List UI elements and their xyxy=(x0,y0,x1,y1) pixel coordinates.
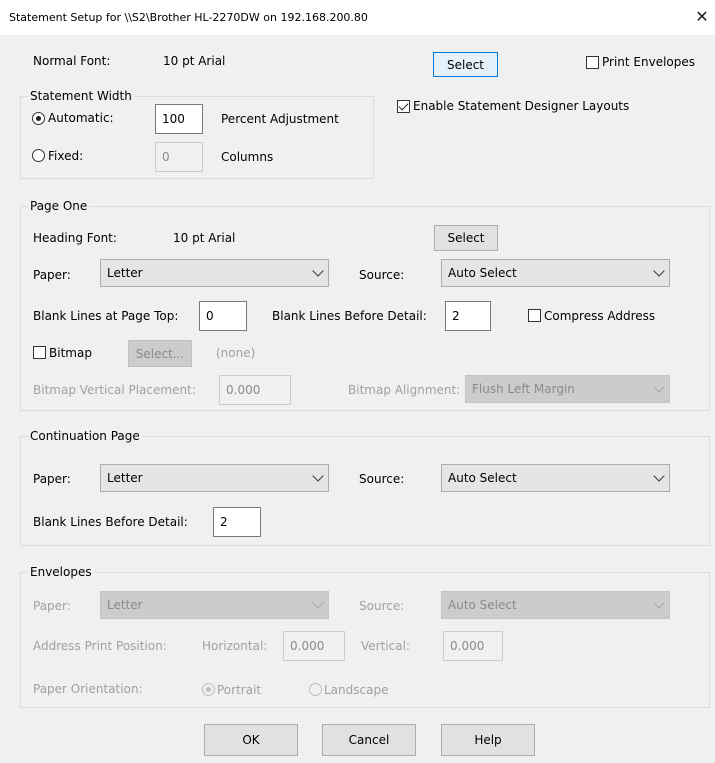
continuation-source-value: Auto Select xyxy=(448,471,517,485)
window-title: Statement Setup for \\S2\Brother HL-2270… xyxy=(9,11,368,24)
continuation-paper-value: Letter xyxy=(107,471,143,485)
percent-adjustment-label: Percent Adjustment xyxy=(221,112,339,126)
automatic-radio[interactable] xyxy=(32,112,45,125)
envelopes-paper-label: Paper: xyxy=(33,599,71,613)
normal-font-select-button[interactable]: Select xyxy=(433,52,498,77)
page-one-source-label: Source: xyxy=(359,268,405,282)
statement-width-title: Statement Width xyxy=(28,89,134,103)
page-one-source-select[interactable]: Auto Select xyxy=(441,259,670,287)
vertical-input[interactable]: 0.000 xyxy=(443,631,503,661)
fixed-radio[interactable] xyxy=(32,149,45,162)
portrait-label: Portrait xyxy=(217,683,262,697)
ok-button[interactable]: OK xyxy=(204,724,298,756)
enable-designer-label: Enable Statement Designer Layouts xyxy=(413,99,630,113)
columns-label: Columns xyxy=(221,150,274,164)
page-one-source-value: Auto Select xyxy=(448,266,517,280)
continuation-source-label: Source: xyxy=(359,472,405,486)
address-print-position-label: Address Print Position: xyxy=(33,639,167,653)
chevron-down-icon xyxy=(653,597,665,609)
envelopes-paper-value: Letter xyxy=(107,598,143,612)
bitmap-alignment-select[interactable]: Flush Left Margin xyxy=(465,375,670,403)
compress-address-label: Compress Address xyxy=(544,309,656,323)
close-icon[interactable]: ✕ xyxy=(692,7,712,27)
paper-orientation-label: Paper Orientation: xyxy=(33,682,143,696)
continuation-paper-label: Paper: xyxy=(33,472,71,486)
normal-font-label: Normal Font: xyxy=(33,54,111,68)
chevron-down-icon xyxy=(312,265,324,277)
envelopes-title: Envelopes xyxy=(28,565,94,579)
bitmap-vertical-label: Bitmap Vertical Placement: xyxy=(33,383,196,397)
horizontal-input[interactable]: 0.000 xyxy=(283,631,345,661)
landscape-radio[interactable] xyxy=(309,683,322,696)
page-one-title: Page One xyxy=(28,199,90,213)
landscape-label: Landscape xyxy=(324,683,389,697)
chevron-down-icon xyxy=(653,470,665,482)
envelopes-source-select[interactable]: Auto Select xyxy=(441,591,670,619)
help-button[interactable]: Help xyxy=(441,724,535,756)
heading-font-value: 10 pt Arial xyxy=(173,231,236,245)
page-one-paper-value: Letter xyxy=(107,266,143,280)
title-bar: Statement Setup for \\S2\Brother HL-2270… xyxy=(0,0,715,35)
chevron-down-icon xyxy=(653,265,665,277)
continuation-title: Continuation Page xyxy=(28,429,142,443)
blank-lines-top-label: Blank Lines at Page Top: xyxy=(33,309,179,323)
print-envelopes-checkbox[interactable] xyxy=(586,56,599,69)
page-one-blank-detail-label: Blank Lines Before Detail: xyxy=(272,309,427,323)
horizontal-label: Horizontal: xyxy=(202,639,268,653)
bitmap-label: Bitmap xyxy=(49,346,92,360)
bitmap-vertical-input[interactable]: 0.000 xyxy=(219,375,291,405)
normal-font-value: 10 pt Arial xyxy=(163,54,226,68)
cancel-button[interactable]: Cancel xyxy=(322,724,416,756)
continuation-paper-select[interactable]: Letter xyxy=(100,464,329,492)
heading-font-select-button[interactable]: Select xyxy=(434,225,498,251)
envelopes-source-value: Auto Select xyxy=(448,598,517,612)
enable-designer-checkbox[interactable] xyxy=(397,100,410,113)
heading-font-label: Heading Font: xyxy=(33,231,117,245)
fixed-label: Fixed: xyxy=(48,149,84,163)
bitmap-select-button[interactable]: Select... xyxy=(128,340,192,367)
continuation-blank-detail-label: Blank Lines Before Detail: xyxy=(33,515,188,529)
chevron-down-icon xyxy=(312,470,324,482)
print-envelopes-label: Print Envelopes xyxy=(602,55,696,69)
page-one-paper-label: Paper: xyxy=(33,268,71,282)
blank-lines-top-input[interactable]: 0 xyxy=(199,301,247,331)
bitmap-checkbox[interactable] xyxy=(33,346,46,359)
envelopes-source-label: Source: xyxy=(359,599,405,613)
envelopes-paper-select[interactable]: Letter xyxy=(100,591,329,619)
automatic-label: Automatic: xyxy=(48,111,114,125)
chevron-down-icon xyxy=(312,597,324,609)
automatic-percent-input[interactable]: 100 xyxy=(155,104,203,134)
vertical-label: Vertical: xyxy=(361,639,410,653)
bitmap-none-value: (none) xyxy=(216,346,256,360)
bitmap-alignment-label: Bitmap Alignment: xyxy=(348,383,461,397)
portrait-radio[interactable] xyxy=(202,683,215,696)
page-one-paper-select[interactable]: Letter xyxy=(100,259,329,287)
continuation-source-select[interactable]: Auto Select xyxy=(441,464,670,492)
bitmap-alignment-value: Flush Left Margin xyxy=(472,382,575,396)
continuation-blank-detail-input[interactable]: 2 xyxy=(213,507,261,537)
fixed-columns-input[interactable]: 0 xyxy=(155,142,203,172)
compress-address-checkbox[interactable] xyxy=(528,309,541,322)
chevron-down-icon xyxy=(653,381,665,393)
page-one-blank-detail-input[interactable]: 2 xyxy=(445,301,491,331)
